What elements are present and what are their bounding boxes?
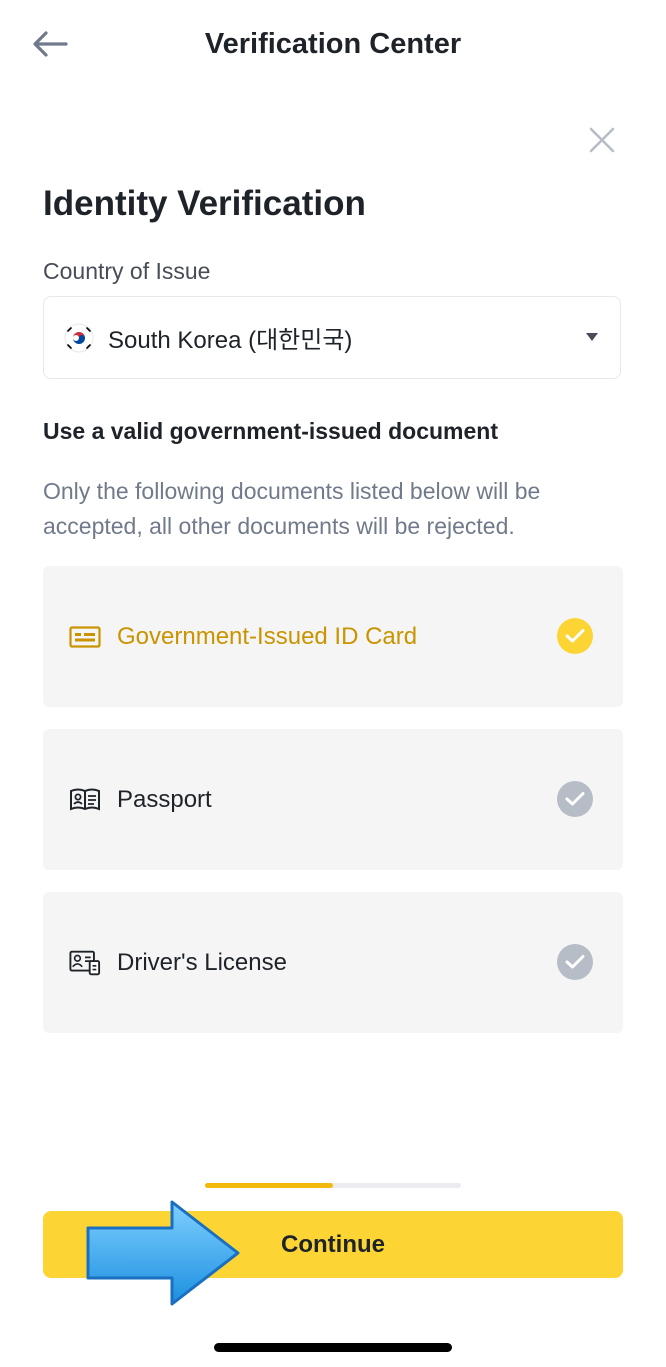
home-indicator	[214, 1343, 452, 1352]
document-label: Driver's License	[117, 948, 287, 976]
check-circle-icon	[557, 781, 593, 817]
south-korea-flag-icon	[64, 323, 94, 352]
check-circle-icon	[557, 618, 593, 654]
document-label: Government-Issued ID Card	[117, 622, 418, 650]
close-icon	[589, 127, 615, 153]
passport-icon	[69, 787, 101, 813]
document-option-id-card[interactable]: Government-Issued ID Card	[43, 566, 623, 707]
progress-fill	[205, 1183, 333, 1188]
page-title: Verification Center	[204, 28, 462, 60]
documents-heading: Use a valid government-issued document	[43, 418, 499, 444]
country-select[interactable]: South Korea (대한민국)	[43, 296, 621, 379]
check-circle-icon	[557, 944, 593, 980]
pointer-arrow-icon	[86, 1200, 240, 1306]
caret-down-icon	[586, 333, 598, 341]
documents-description: Only the following documents listed belo…	[43, 478, 541, 539]
id-card-icon	[69, 624, 101, 650]
document-option-drivers-license[interactable]: Driver's License	[43, 892, 623, 1033]
document-label: Passport	[117, 785, 212, 813]
identity-verification-title: Identity Verification	[43, 184, 366, 223]
drivers-license-icon	[69, 950, 101, 976]
country-of-issue-label: Country of Issue	[43, 258, 211, 284]
country-value: South Korea (대한민국)	[108, 327, 353, 354]
document-option-passport[interactable]: Passport	[43, 729, 623, 870]
close-button[interactable]	[578, 116, 626, 164]
